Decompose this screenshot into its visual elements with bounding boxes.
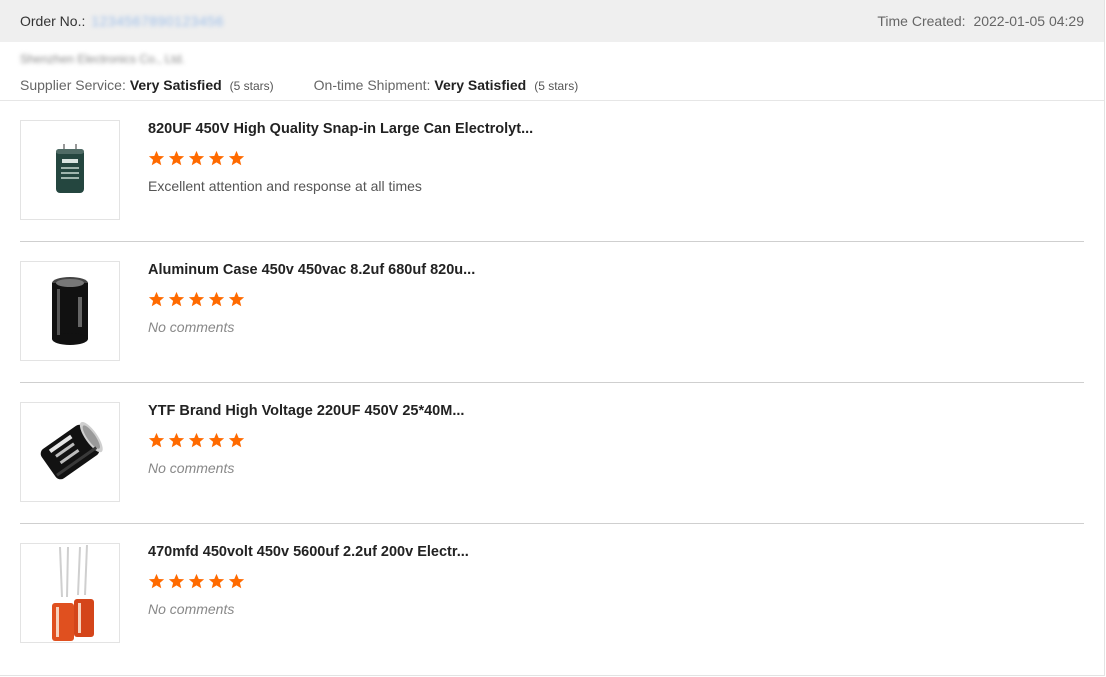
star-icon — [208, 573, 225, 589]
star-icon — [228, 291, 245, 307]
shipment-stars: (5 stars) — [534, 79, 579, 93]
time-created-group: Time Created: 2022-01-05 04:29 — [877, 13, 1084, 29]
review-item-info: YTF Brand High Voltage 220UF 450V 25*40M… — [148, 402, 464, 523]
product-thumbnail[interactable] — [20, 402, 120, 502]
star-icon — [168, 150, 185, 166]
product-title[interactable]: Aluminum Case 450v 450vac 8.2uf 680uf 82… — [148, 261, 475, 279]
star-rating — [148, 150, 533, 168]
star-rating — [148, 291, 475, 309]
review-comment: Excellent attention and response at all … — [148, 178, 422, 194]
order-number-group: Order No.: 1234567890123456 — [20, 13, 224, 29]
review-item-list: 820UF 450V High Quality Snap-in Large Ca… — [0, 101, 1104, 665]
review-comment: No comments — [148, 460, 235, 476]
star-icon — [228, 150, 245, 166]
star-icon — [208, 150, 225, 166]
review-item-info: 820UF 450V High Quality Snap-in Large Ca… — [148, 120, 533, 241]
supplier-ratings: Supplier Service: Very Satisfied (5 star… — [20, 77, 1084, 93]
review-comment: No comments — [148, 319, 235, 335]
star-icon — [148, 432, 165, 448]
review-item: YTF Brand High Voltage 220UF 450V 25*40M… — [20, 383, 1084, 524]
star-icon — [168, 291, 185, 307]
capacitor-tilted-icon — [40, 421, 103, 480]
order-number-label: Order No.: — [20, 13, 86, 29]
review-item: 470mfd 450volt 450v 5600uf 2.2uf 200v El… — [20, 524, 1084, 665]
star-rating — [148, 432, 464, 450]
product-thumbnail[interactable] — [20, 120, 120, 220]
star-icon — [168, 573, 185, 589]
star-icon — [168, 432, 185, 448]
shipment-label: On-time Shipment: — [313, 77, 431, 93]
supplier-service-stars: (5 stars) — [229, 79, 274, 93]
star-icon — [228, 573, 245, 589]
product-title[interactable]: 470mfd 450volt 450v 5600uf 2.2uf 200v El… — [148, 543, 469, 561]
star-icon — [188, 150, 205, 166]
star-icon — [148, 573, 165, 589]
review-item: Aluminum Case 450v 450vac 8.2uf 680uf 82… — [20, 242, 1084, 383]
order-number-link[interactable]: 1234567890123456 — [91, 13, 224, 29]
supplier-name[interactable]: Shenzhen Electronics Co., Ltd. — [20, 50, 1084, 68]
review-comment: No comments — [148, 601, 235, 617]
star-icon — [188, 432, 205, 448]
star-icon — [228, 432, 245, 448]
star-icon — [208, 291, 225, 307]
shipment-rating: On-time Shipment: Very Satisfied (5 star… — [314, 77, 579, 93]
supplier-service-label: Supplier Service: — [20, 77, 126, 93]
order-review-panel: Order No.: 1234567890123456 Time Created… — [0, 0, 1105, 676]
supplier-service-value: Very Satisfied — [129, 77, 222, 93]
review-item-info: 470mfd 450volt 450v 5600uf 2.2uf 200v El… — [148, 543, 469, 665]
capacitor-orange-icon — [52, 545, 94, 641]
product-thumbnail[interactable] — [20, 543, 120, 643]
supplier-rating-block: Shenzhen Electronics Co., Ltd. Supplier … — [0, 42, 1104, 101]
star-icon — [188, 291, 205, 307]
capacitor-black-icon — [52, 277, 88, 345]
shipment-value: Very Satisfied — [434, 77, 527, 93]
review-item-info: Aluminum Case 450v 450vac 8.2uf 680uf 82… — [148, 261, 475, 382]
star-icon — [148, 291, 165, 307]
time-created-value: 2022-01-05 04:29 — [973, 13, 1084, 29]
order-header: Order No.: 1234567890123456 Time Created… — [0, 0, 1104, 42]
supplier-service-rating: Supplier Service: Very Satisfied (5 star… — [20, 77, 274, 93]
star-icon — [208, 432, 225, 448]
star-icon — [188, 573, 205, 589]
star-icon — [148, 150, 165, 166]
product-title[interactable]: 820UF 450V High Quality Snap-in Large Ca… — [148, 120, 533, 138]
star-rating — [148, 573, 469, 591]
review-item: 820UF 450V High Quality Snap-in Large Ca… — [20, 101, 1084, 242]
product-title[interactable]: YTF Brand High Voltage 220UF 450V 25*40M… — [148, 402, 464, 420]
time-created-label: Time Created: — [877, 13, 966, 29]
capacitor-dark-icon — [56, 144, 84, 193]
product-thumbnail[interactable] — [20, 261, 120, 361]
